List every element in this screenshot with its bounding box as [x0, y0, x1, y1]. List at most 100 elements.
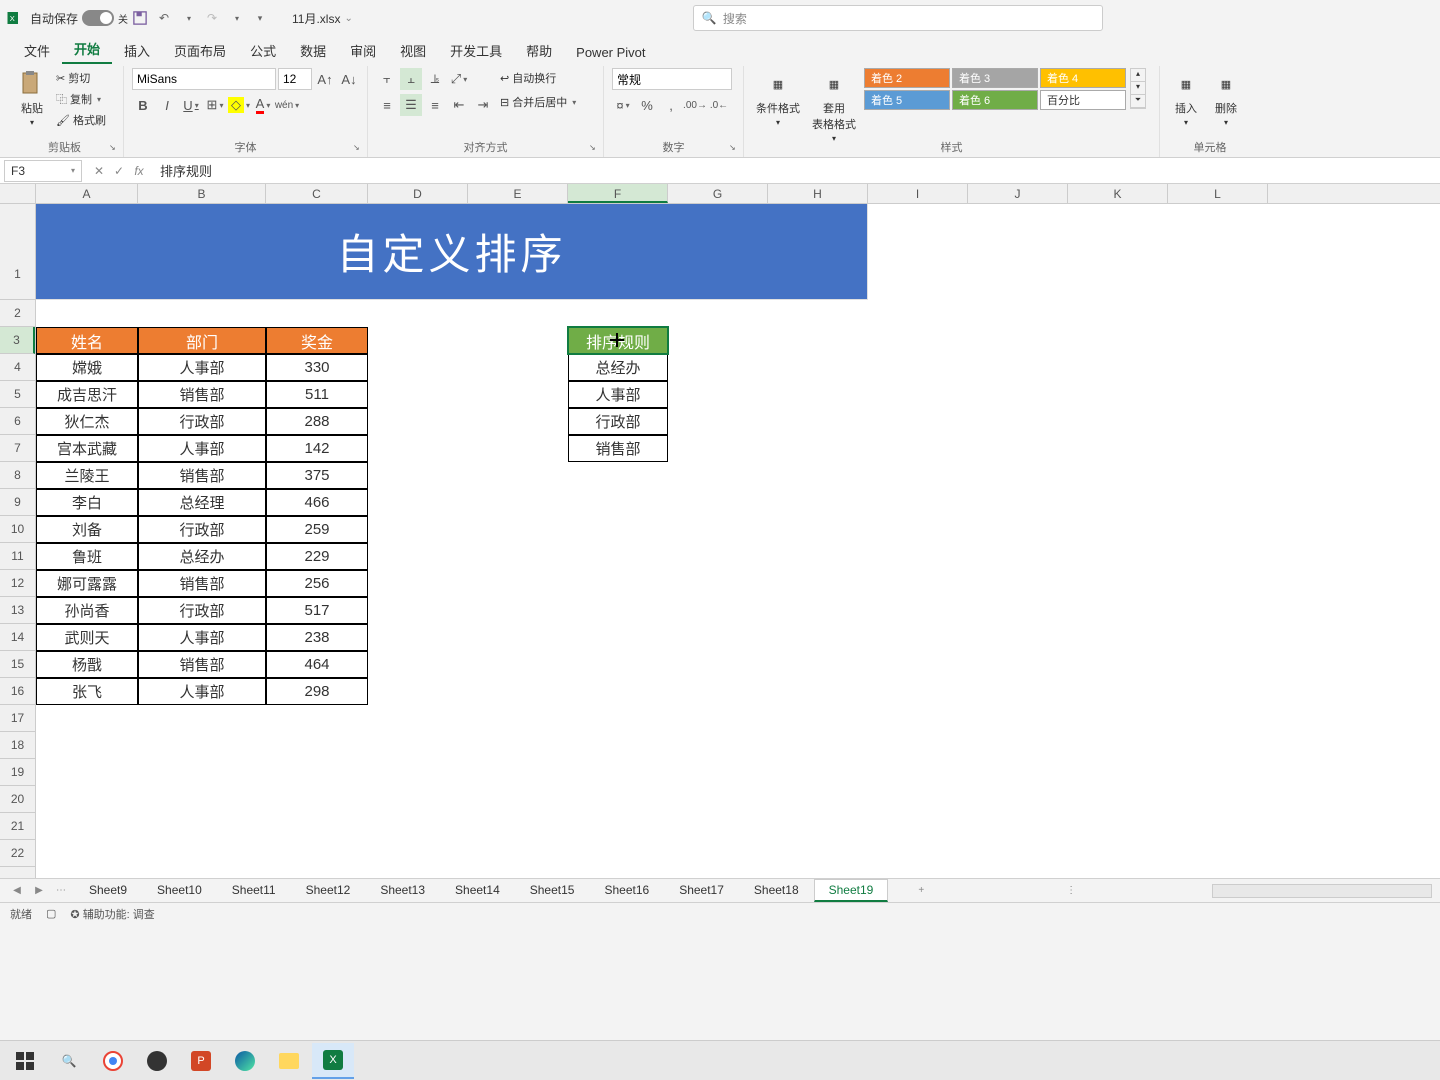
data-cell[interactable]: 517: [266, 597, 368, 624]
row-header-15[interactable]: 15: [0, 651, 35, 678]
data-cell[interactable]: 总经办: [138, 543, 266, 570]
data-cell[interactable]: 人事部: [138, 624, 266, 651]
table-header[interactable]: 奖金: [266, 327, 368, 354]
row-header-10[interactable]: 10: [0, 516, 35, 543]
qat-customize-icon[interactable]: ▾: [252, 10, 268, 26]
ribbon-tab-插入[interactable]: 插入: [112, 37, 162, 64]
sheet-nav-more[interactable]: ⋯: [52, 882, 70, 900]
style-chip[interactable]: 着色 3: [952, 68, 1038, 88]
data-cell[interactable]: 511: [266, 381, 368, 408]
row-header-22[interactable]: 22: [0, 840, 35, 867]
row-header-6[interactable]: 6: [0, 408, 35, 435]
col-header-B[interactable]: B: [138, 184, 266, 203]
comma-icon[interactable]: ,: [660, 94, 682, 116]
phonetic-icon[interactable]: wén: [276, 94, 298, 116]
align-middle-icon[interactable]: ⫠: [400, 68, 422, 90]
save-icon[interactable]: [132, 10, 148, 26]
data-cell[interactable]: 行政部: [138, 597, 266, 624]
data-cell[interactable]: 销售部: [138, 381, 266, 408]
table-format-button[interactable]: ▦ 套用 表格格式▾: [808, 68, 860, 145]
increase-font-icon[interactable]: A↑: [314, 68, 336, 90]
ribbon-tab-文件[interactable]: 文件: [12, 37, 62, 64]
redo-icon[interactable]: ↷: [204, 10, 220, 26]
edge-icon[interactable]: [224, 1043, 266, 1079]
ribbon-tab-Power Pivot[interactable]: Power Pivot: [564, 41, 657, 64]
row-header-4[interactable]: 4: [0, 354, 35, 381]
name-box[interactable]: F3▾: [4, 160, 82, 182]
ribbon-tab-页面布局[interactable]: 页面布局: [162, 37, 238, 64]
data-cell[interactable]: 兰陵王: [36, 462, 138, 489]
data-cell[interactable]: 256: [266, 570, 368, 597]
currency-icon[interactable]: ¤: [612, 94, 634, 116]
ribbon-tab-开发工具[interactable]: 开发工具: [438, 37, 514, 64]
cancel-formula-icon[interactable]: ✕: [90, 162, 108, 180]
data-cell[interactable]: 武则天: [36, 624, 138, 651]
data-cell[interactable]: 杨戬: [36, 651, 138, 678]
align-bottom-icon[interactable]: ⫡: [424, 68, 446, 90]
ribbon-tab-视图[interactable]: 视图: [388, 37, 438, 64]
data-cell[interactable]: 466: [266, 489, 368, 516]
sheet-tab-Sheet18[interactable]: Sheet18: [739, 879, 814, 902]
sheet-tab-Sheet11[interactable]: Sheet11: [217, 879, 291, 902]
sheet-tab-Sheet9[interactable]: Sheet9: [74, 879, 142, 902]
decrease-indent-icon[interactable]: ⇤: [448, 94, 470, 116]
row-header-18[interactable]: 18: [0, 732, 35, 759]
cells-area[interactable]: 自定义排序姓名部门奖金嫦娥人事部330成吉思汗销售部511狄仁杰行政部288宫本…: [36, 204, 1440, 878]
col-header-K[interactable]: K: [1068, 184, 1168, 203]
paste-button[interactable]: 粘贴 ▾: [14, 68, 50, 129]
toggle-switch[interactable]: [82, 10, 114, 26]
font-name-input[interactable]: [132, 68, 276, 90]
data-cell[interactable]: 288: [266, 408, 368, 435]
decrease-decimal-icon[interactable]: .0←: [708, 94, 730, 116]
cut-button[interactable]: ✂剪切: [54, 68, 108, 88]
col-header-D[interactable]: D: [368, 184, 468, 203]
ribbon-tab-帮助[interactable]: 帮助: [514, 37, 564, 64]
col-header-A[interactable]: A: [36, 184, 138, 203]
col-header-L[interactable]: L: [1168, 184, 1268, 203]
table-header[interactable]: 部门: [138, 327, 266, 354]
row-header-1[interactable]: 1: [0, 204, 35, 300]
sheet-tab-Sheet19[interactable]: Sheet19: [814, 879, 889, 902]
data-cell[interactable]: 嫦娥: [36, 354, 138, 381]
percent-icon[interactable]: %: [636, 94, 658, 116]
row-header-14[interactable]: 14: [0, 624, 35, 651]
launcher-clipboard[interactable]: ↘: [109, 143, 119, 153]
ribbon-tab-开始[interactable]: 开始: [62, 35, 112, 64]
row-header-19[interactable]: 19: [0, 759, 35, 786]
merge-center-button[interactable]: ⊟合并后居中: [498, 92, 578, 112]
col-header-E[interactable]: E: [468, 184, 568, 203]
select-all-corner[interactable]: [0, 184, 36, 203]
row-header-5[interactable]: 5: [0, 381, 35, 408]
macro-record-icon[interactable]: ▢: [46, 907, 56, 920]
ribbon-tab-公式[interactable]: 公式: [238, 37, 288, 64]
sheet-tab-Sheet16[interactable]: Sheet16: [589, 879, 664, 902]
data-cell[interactable]: 张飞: [36, 678, 138, 705]
copy-button[interactable]: ⿻复制: [54, 89, 108, 109]
data-cell[interactable]: 142: [266, 435, 368, 462]
sort-rule-cell[interactable]: 总经办: [568, 354, 668, 381]
underline-icon[interactable]: U: [180, 94, 202, 116]
accessibility-status[interactable]: ✪ 辅助功能: 调查: [70, 906, 154, 922]
data-cell[interactable]: 330: [266, 354, 368, 381]
data-cell[interactable]: 行政部: [138, 516, 266, 543]
increase-decimal-icon[interactable]: .00→: [684, 94, 706, 116]
sheet-tab-Sheet13[interactable]: Sheet13: [365, 879, 440, 902]
row-header-21[interactable]: 21: [0, 813, 35, 840]
sheet-nav-prev[interactable]: ◀: [8, 882, 26, 900]
fx-icon[interactable]: fx: [130, 162, 148, 180]
data-cell[interactable]: 娜可露露: [36, 570, 138, 597]
sheet-tab-Sheet12[interactable]: Sheet12: [291, 879, 366, 902]
launcher-font[interactable]: ↘: [353, 143, 363, 153]
ribbon-tab-审阅[interactable]: 审阅: [338, 37, 388, 64]
wrap-text-button[interactable]: ↩自动换行: [498, 68, 578, 88]
row-header-20[interactable]: 20: [0, 786, 35, 813]
data-cell[interactable]: 375: [266, 462, 368, 489]
fill-color-icon[interactable]: ◇: [228, 94, 250, 116]
sort-rule-cell[interactable]: 行政部: [568, 408, 668, 435]
number-format-select[interactable]: [612, 68, 732, 90]
add-sheet-button[interactable]: +: [912, 882, 930, 900]
cell-styles-gallery[interactable]: 着色 2 着色 3 着色 4 着色 5 着色 6 百分比: [864, 68, 1126, 110]
formula-input[interactable]: 排序规则: [152, 161, 1440, 180]
col-header-J[interactable]: J: [968, 184, 1068, 203]
autosave-toggle[interactable]: 自动保存 关: [30, 10, 128, 27]
